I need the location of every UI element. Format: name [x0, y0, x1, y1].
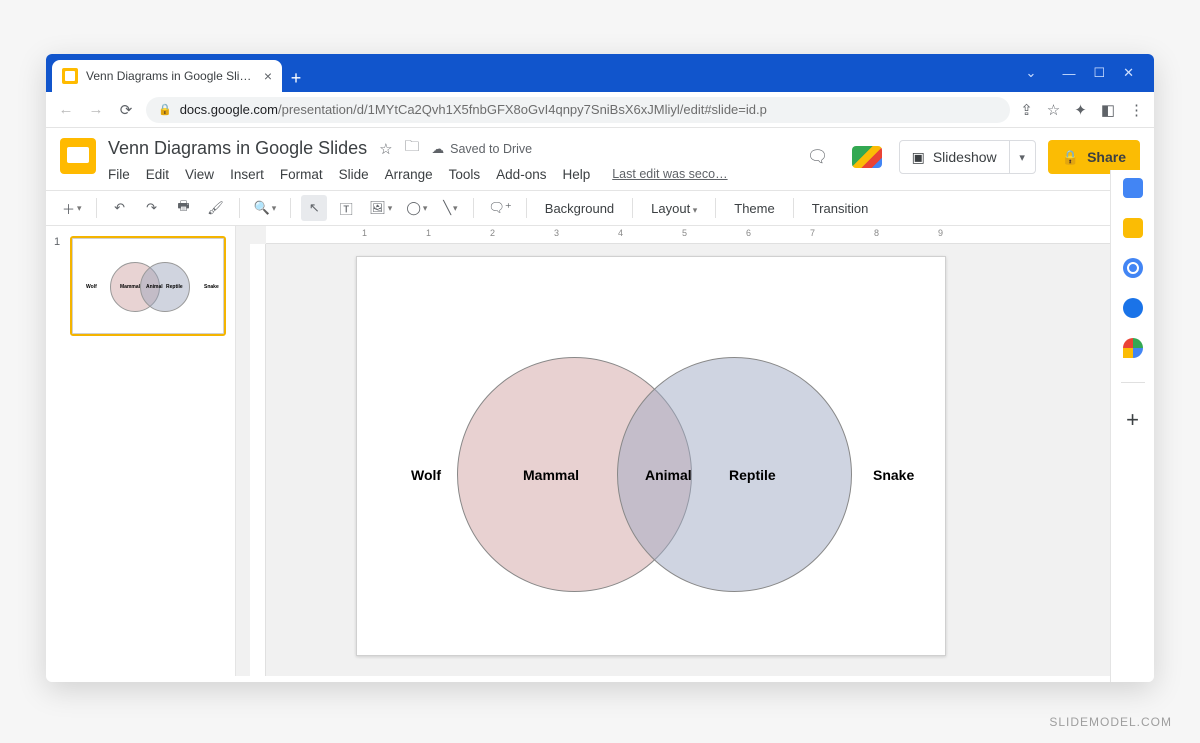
- transition-button[interactable]: Transition: [804, 201, 877, 216]
- lock-icon: 🔒: [1062, 149, 1079, 166]
- menu-file[interactable]: File: [108, 167, 130, 182]
- venn-label-outer-left[interactable]: Wolf: [411, 467, 441, 483]
- meet-button[interactable]: [847, 140, 887, 174]
- menu-insert[interactable]: Insert: [230, 167, 264, 182]
- background-button[interactable]: Background: [537, 201, 622, 216]
- extensions-icon[interactable]: ✦: [1074, 101, 1087, 119]
- menu-addons[interactable]: Add-ons: [496, 167, 546, 182]
- textbox-icon[interactable]: 🅃: [333, 195, 359, 221]
- thumbnail-preview: Wolf Mammal Animal Reptile Snake: [70, 236, 226, 336]
- address-bar[interactable]: 🔒 docs.google.com/presentation/d/1MYtCa2…: [146, 97, 1010, 123]
- venn-label-inner-right[interactable]: Reptile: [729, 467, 776, 483]
- canvas-area[interactable]: 1 1 2 3 4 5 6 7 8 9 Wolf: [236, 226, 1154, 676]
- move-icon[interactable]: 🗀: [405, 136, 420, 161]
- slide-canvas[interactable]: Wolf Mammal Animal Reptile Snake: [356, 256, 946, 656]
- sidepanel-icon[interactable]: ◧: [1101, 101, 1115, 119]
- select-tool-icon[interactable]: ↖: [301, 195, 327, 221]
- redo-icon[interactable]: ↷: [139, 195, 165, 221]
- menu-tools[interactable]: Tools: [449, 167, 481, 182]
- watermark: SLIDEMODEL.COM: [1049, 715, 1172, 729]
- url-text: docs.google.com/presentation/d/1MYtCa2Qv…: [180, 102, 767, 117]
- menu-view[interactable]: View: [185, 167, 214, 182]
- slide-thumbnail[interactable]: 1 Wolf Mammal Animal Reptile Snake: [54, 236, 227, 336]
- play-icon: ▣: [912, 149, 925, 166]
- paint-format-icon[interactable]: 🖌: [203, 195, 229, 221]
- tab-overflow-icon[interactable]: ⌄: [1026, 65, 1037, 81]
- nav-reload-icon[interactable]: ⟳: [116, 101, 136, 119]
- filmstrip[interactable]: 1 Wolf Mammal Animal Reptile Snake: [46, 226, 236, 676]
- new-tab-button[interactable]: +: [282, 64, 310, 92]
- toolbar: ＋▾ ↶ ↷ 🖶 🖌 🔍▾ ↖ 🅃 🖼▾ ◯▾ ╲▾ 🗨⁺ Background…: [46, 190, 1154, 226]
- app-header: Venn Diagrams in Google Slides ☆ 🗀 ☁Save…: [46, 128, 1154, 182]
- slideshow-button[interactable]: ▣Slideshow: [900, 141, 1009, 173]
- slideshow-dropdown[interactable]: ▾: [1009, 141, 1035, 173]
- contacts-icon[interactable]: [1123, 298, 1143, 318]
- lock-icon: 🔒: [158, 103, 172, 116]
- theme-button[interactable]: Theme: [726, 201, 782, 216]
- share-button[interactable]: 🔒Share: [1048, 140, 1140, 174]
- tab-title: Venn Diagrams in Google Slides: [86, 69, 256, 83]
- image-icon[interactable]: 🖼▾: [365, 195, 396, 221]
- venn-diagram: Wolf Mammal Animal Reptile Snake: [357, 257, 945, 655]
- menu-format[interactable]: Format: [280, 167, 323, 182]
- browser-tab[interactable]: Venn Diagrams in Google Slides ×: [52, 60, 282, 92]
- document-title[interactable]: Venn Diagrams in Google Slides: [108, 138, 367, 159]
- addons-plus-icon[interactable]: +: [1126, 407, 1139, 433]
- window-close-icon[interactable]: ✕: [1123, 65, 1134, 81]
- layout-button[interactable]: Layout: [643, 201, 705, 216]
- shape-icon[interactable]: ◯▾: [402, 195, 431, 221]
- new-slide-button[interactable]: ＋▾: [58, 195, 86, 221]
- star-icon[interactable]: ☆: [379, 140, 392, 158]
- last-edit-link[interactable]: Last edit was seco…: [612, 167, 727, 182]
- cloud-icon: ☁: [432, 141, 445, 156]
- slides-logo-icon[interactable]: [60, 138, 96, 174]
- calendar-icon[interactable]: [1123, 178, 1143, 198]
- zoom-button[interactable]: 🔍▾: [250, 195, 281, 221]
- meet-icon: [852, 146, 882, 168]
- menu-help[interactable]: Help: [562, 167, 590, 182]
- maps-icon[interactable]: [1123, 338, 1143, 358]
- ruler-horizontal: 1 1 2 3 4 5 6 7 8 9: [266, 226, 1154, 244]
- window-controls: ⌄ — ☐ ✕: [1012, 54, 1148, 92]
- slides-favicon: [62, 68, 78, 84]
- slide-number: 1: [54, 236, 64, 336]
- line-icon[interactable]: ╲▾: [437, 195, 463, 221]
- browser-window: Venn Diagrams in Google Slides × + ⌄ — ☐…: [46, 54, 1154, 682]
- comments-icon[interactable]: 🗨: [801, 140, 835, 174]
- nav-forward-icon[interactable]: →: [86, 101, 106, 118]
- share-page-icon[interactable]: ⇪: [1020, 101, 1033, 119]
- undo-icon[interactable]: ↶: [107, 195, 133, 221]
- keep-icon[interactable]: [1123, 218, 1143, 238]
- menu-slide[interactable]: Slide: [339, 167, 369, 182]
- venn-label-center[interactable]: Animal: [645, 467, 692, 483]
- print-icon[interactable]: 🖶: [171, 195, 197, 221]
- browser-tabstrip: Venn Diagrams in Google Slides × + ⌄ — ☐…: [46, 54, 1154, 92]
- venn-label-outer-right[interactable]: Snake: [873, 467, 914, 483]
- browser-toolbar: ← → ⟳ 🔒 docs.google.com/presentation/d/1…: [46, 92, 1154, 128]
- workspace: 1 Wolf Mammal Animal Reptile Snake 1 1 2: [46, 226, 1154, 676]
- chrome-menu-icon[interactable]: ⋮: [1129, 101, 1144, 119]
- menu-edit[interactable]: Edit: [146, 167, 169, 182]
- side-panel: +: [1110, 170, 1154, 682]
- tasks-icon[interactable]: [1123, 258, 1143, 278]
- menu-arrange[interactable]: Arrange: [385, 167, 433, 182]
- window-maximize-icon[interactable]: ☐: [1093, 65, 1105, 81]
- menubar: File Edit View Insert Format Slide Arran…: [108, 167, 789, 182]
- venn-label-inner-left[interactable]: Mammal: [523, 467, 579, 483]
- ruler-vertical: [250, 244, 266, 676]
- cloud-status[interactable]: ☁Saved to Drive: [432, 141, 532, 156]
- comment-add-icon[interactable]: 🗨⁺: [484, 195, 515, 221]
- bookmark-star-icon[interactable]: ☆: [1047, 101, 1060, 119]
- nav-back-icon[interactable]: ←: [56, 101, 76, 118]
- window-minimize-icon[interactable]: —: [1062, 66, 1075, 81]
- tab-close-icon[interactable]: ×: [264, 68, 272, 84]
